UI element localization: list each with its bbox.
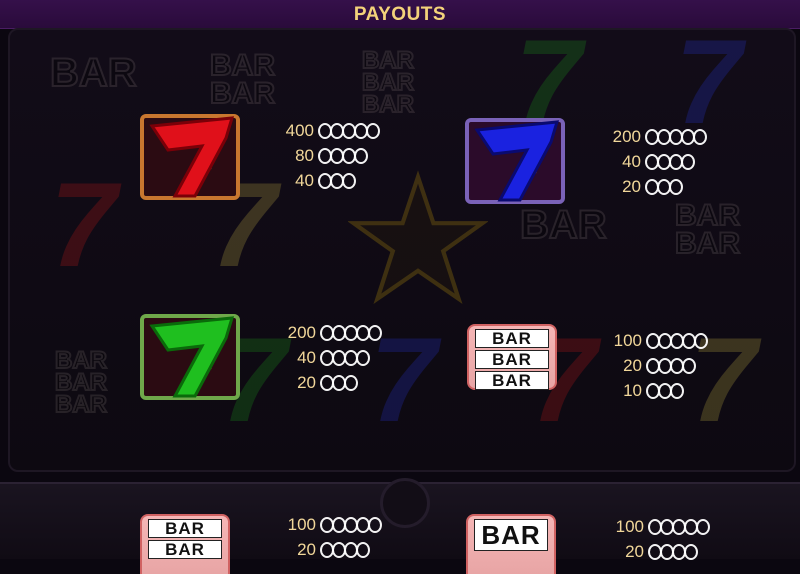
- payout-value: 80: [295, 145, 314, 165]
- ghost-blue-seven-icon-2: 7: [370, 313, 437, 447]
- payout-row: 20: [607, 174, 705, 199]
- page-title: PAYOUTS: [353, 4, 447, 25]
- triple-bar-icon: BAR BAR BAR: [467, 324, 557, 390]
- payout-row: 20: [282, 370, 380, 395]
- coin-icon: [356, 541, 370, 558]
- payout-value: 200: [612, 126, 641, 146]
- ghost-triple-bar-icon-2: BAR BAR BAR: [54, 347, 108, 418]
- bar-label: BAR: [475, 350, 549, 369]
- coin-icons: [320, 516, 382, 533]
- coin-icons: [320, 374, 358, 391]
- payout-row: 40: [607, 149, 705, 174]
- blue-seven-icon: [465, 112, 565, 204]
- ghost-blue-seven-icon: 7: [675, 15, 742, 149]
- ghost-triple-bar-icon: BAR BAR BAR: [361, 47, 415, 118]
- single-bar-icon: BAR: [466, 514, 556, 574]
- payout-row: 20: [608, 353, 706, 378]
- payout-value: 100: [615, 516, 644, 536]
- payout-value: 40: [622, 151, 641, 171]
- coin-icons: [646, 332, 708, 349]
- payout-row: 20: [282, 537, 380, 562]
- red-seven-payouts: 400 80 40: [280, 118, 380, 193]
- coin-icons: [645, 178, 683, 195]
- payout-value: 20: [622, 176, 641, 196]
- coin-icon: [368, 324, 382, 341]
- coin-icon: [693, 128, 707, 145]
- coin-icon: [681, 153, 695, 170]
- payout-value: 40: [295, 170, 314, 190]
- payout-value: 20: [625, 541, 644, 561]
- coin-icon: [356, 349, 370, 366]
- coin-icons: [318, 172, 356, 189]
- ghost-bar-icon-2: BAR: [519, 203, 608, 247]
- green-seven-icon: [140, 308, 240, 400]
- payout-value: 200: [287, 322, 316, 342]
- coin-icon: [670, 382, 684, 399]
- red-seven-icon: [140, 108, 240, 200]
- triple-bar-payouts: 100 20 10: [608, 328, 708, 403]
- payout-value: 20: [297, 372, 316, 392]
- coin-icon: [344, 374, 358, 391]
- payout-row: 80: [280, 143, 378, 168]
- coin-icons: [320, 349, 370, 366]
- reel-backdrop: BAR BAR BAR BAR BAR BAR 7 7 7 7 BAR BAR BAR …: [8, 15, 796, 472]
- double-bar-payouts: 100 20: [282, 512, 382, 562]
- bar-label: BAR: [148, 519, 222, 538]
- bar-label: BAR: [475, 329, 549, 348]
- payout-row: 10: [608, 378, 706, 403]
- bar-label: BAR: [474, 519, 548, 551]
- coin-icons: [648, 518, 710, 535]
- payout-row: 200: [282, 320, 382, 345]
- coin-icon: [684, 543, 698, 560]
- coin-icons: [648, 543, 698, 560]
- coin-icons: [318, 147, 368, 164]
- ghost-red-seven-icon: 7: [50, 158, 117, 292]
- ghost-double-bar-icon-2: BAR BAR: [674, 199, 741, 260]
- coin-icons: [645, 128, 707, 145]
- payout-value: 40: [297, 347, 316, 367]
- coin-icons: [318, 122, 380, 139]
- payout-row: 100: [610, 514, 710, 539]
- coin-icon: [682, 357, 696, 374]
- coin-icon: [342, 172, 356, 189]
- coin-icon: [669, 178, 683, 195]
- payout-value: 100: [287, 514, 316, 534]
- payout-row: 40: [282, 345, 380, 370]
- payout-row: 100: [282, 512, 382, 537]
- payout-value: 20: [623, 355, 642, 375]
- payout-row: 20: [610, 539, 708, 564]
- payout-value: 10: [623, 380, 642, 400]
- coin-icons: [320, 324, 382, 341]
- ghost-bar-icon: BAR: [49, 51, 138, 95]
- coin-icon: [694, 332, 708, 349]
- bar-label: BAR: [148, 540, 222, 559]
- double-bar-icon: BAR BAR: [140, 514, 230, 574]
- coin-icons: [645, 153, 695, 170]
- coin-icons: [646, 382, 684, 399]
- payout-value: 100: [613, 330, 642, 350]
- green-seven-payouts: 200 40 20: [282, 320, 382, 395]
- coin-icon: [368, 516, 382, 533]
- bar-label: BAR: [475, 371, 549, 390]
- coin-icons: [646, 357, 696, 374]
- payout-row: 200: [607, 124, 707, 149]
- coin-icon: [366, 122, 380, 139]
- ghost-double-bar-icon: BAR BAR: [209, 49, 276, 110]
- payout-row: 100: [608, 328, 708, 353]
- blue-seven-payouts: 200 40 20: [607, 124, 707, 199]
- spin-knob-icon: [380, 478, 430, 528]
- coin-icon: [354, 147, 368, 164]
- coin-icon: [696, 518, 710, 535]
- payout-row: 400: [280, 118, 380, 143]
- payout-row: 40: [280, 168, 378, 193]
- coin-icons: [320, 541, 370, 558]
- payout-value: 400: [285, 120, 314, 140]
